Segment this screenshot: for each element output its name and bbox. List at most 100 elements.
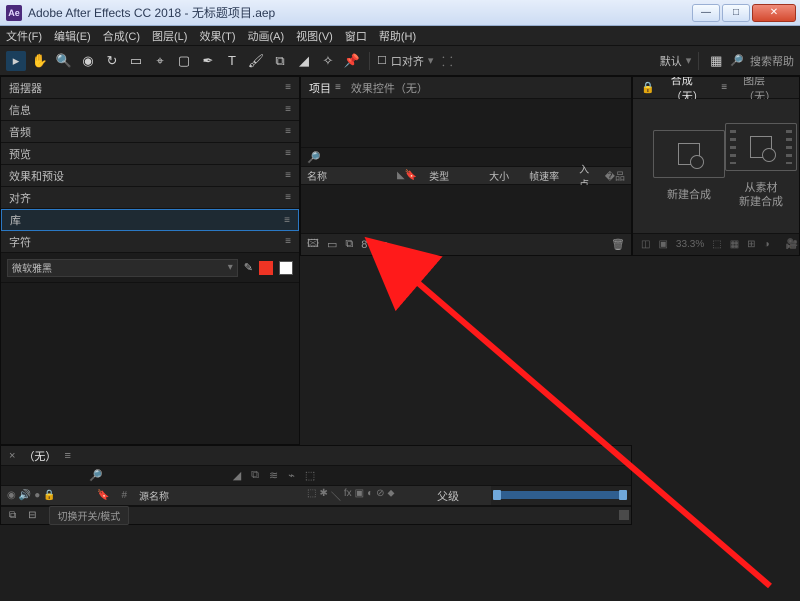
- zoom-out-icon[interactable]: ⊟: [28, 510, 36, 521]
- panel-character[interactable]: 字符≡: [1, 231, 299, 253]
- tab-project[interactable]: 项目 ≡: [309, 80, 341, 96]
- clone-tool-icon[interactable]: ⧉: [270, 51, 290, 71]
- timeline-tab[interactable]: （无）: [23, 448, 56, 464]
- rotate-tool-icon[interactable]: ↻: [102, 51, 122, 71]
- camera-icon[interactable]: 🎥: [786, 239, 798, 250]
- panel-info[interactable]: 信息≡: [1, 99, 299, 121]
- project-body[interactable]: [301, 99, 631, 147]
- mask-icon[interactable]: ◫: [641, 239, 650, 250]
- hand-tool-icon[interactable]: ✋: [30, 51, 50, 71]
- panel-menu-icon[interactable]: ≡: [721, 82, 727, 93]
- panel-libraries[interactable]: 库≡: [1, 209, 299, 231]
- lock-col-icon[interactable]: 🔒: [43, 490, 55, 501]
- video-col-icon[interactable]: ◉: [7, 490, 16, 501]
- new-comp-from-footage-button[interactable]: 从素材 新建合成: [725, 123, 797, 209]
- grid-icon[interactable]: ▦: [730, 239, 739, 250]
- work-area-bar[interactable]: [495, 491, 625, 499]
- camera-tool-icon[interactable]: ▭: [126, 51, 146, 71]
- eraser-tool-icon[interactable]: ◢: [294, 51, 314, 71]
- draft3d-icon[interactable]: ⬚: [305, 469, 315, 482]
- panel-menu-icon[interactable]: ≡: [335, 82, 341, 93]
- menu-edit[interactable]: 编辑(E): [54, 28, 91, 44]
- menu-animation[interactable]: 动画(A): [248, 28, 285, 44]
- project-list[interactable]: [301, 185, 631, 233]
- workspace-switcher[interactable]: 默认 ▾: [660, 53, 692, 69]
- menu-view[interactable]: 视图(V): [296, 28, 333, 44]
- flowchart-icon[interactable]: �品: [599, 168, 631, 183]
- motion-blur-icon[interactable]: ≋: [269, 469, 278, 482]
- panel-align[interactable]: 对齐≡: [1, 187, 299, 209]
- solo-col-icon[interactable]: ●: [34, 490, 40, 501]
- bpc-button[interactable]: 8 bpc: [361, 239, 388, 251]
- col-type[interactable]: 类型: [423, 168, 483, 183]
- toggle-switches-icon[interactable]: ⧉: [9, 510, 16, 521]
- tab-effect-controls[interactable]: 效果控件（无）: [351, 80, 428, 96]
- menu-composition[interactable]: 合成(C): [103, 28, 140, 44]
- new-composition-label: 新建合成: [667, 188, 711, 202]
- col-size[interactable]: 大小: [483, 168, 523, 183]
- shy-icon[interactable]: ◢: [233, 469, 241, 482]
- label-col-icon[interactable]: 🔖: [91, 490, 115, 501]
- resolution-icon[interactable]: ⬚: [712, 239, 721, 250]
- panel-audio[interactable]: 音频≡: [1, 121, 299, 143]
- menu-help[interactable]: 帮助(H): [379, 28, 416, 44]
- timeline-close-icon[interactable]: ×: [9, 450, 15, 462]
- channel-icon[interactable]: ◑: [764, 239, 770, 250]
- brush-tool-icon[interactable]: 🖌: [246, 51, 266, 71]
- col-source-name[interactable]: 源名称: [133, 488, 175, 503]
- menubar: 文件(F) 编辑(E) 合成(C) 图层(L) 效果(T) 动画(A) 视图(V…: [0, 26, 800, 46]
- panel-menu-icon[interactable]: ▦: [706, 51, 726, 71]
- orbit-tool-icon[interactable]: ◉: [78, 51, 98, 71]
- fill-color-swatch[interactable]: [259, 261, 273, 275]
- snap-toggle[interactable]: ☐ 口对齐 ▾: [377, 53, 433, 69]
- alpha-icon[interactable]: ▣: [658, 239, 667, 250]
- menu-file[interactable]: 文件(F): [6, 28, 42, 44]
- window-maximize-button[interactable]: □: [722, 4, 750, 22]
- col-name[interactable]: 名称: [301, 168, 391, 183]
- audio-col-icon[interactable]: 🔊: [19, 490, 31, 501]
- project-columns-header: 名称 ◣🔖 类型 大小 帧速率 入点 �品: [301, 167, 631, 185]
- toolbar-separator: [369, 52, 370, 70]
- panel-menu-icon[interactable]: ≡: [64, 450, 70, 462]
- chevron-down-icon: ▾: [428, 54, 434, 67]
- graph-editor-icon[interactable]: ⌁: [288, 469, 295, 482]
- panbehind-tool-icon[interactable]: ⌖: [150, 51, 170, 71]
- search-icon[interactable]: 🔎: [89, 469, 103, 482]
- menu-window[interactable]: 窗口: [345, 28, 367, 44]
- panel-effects-presets[interactable]: 效果和预设≡: [1, 165, 299, 187]
- col-parent[interactable]: 父级: [431, 488, 491, 504]
- time-ruler[interactable]: [491, 486, 631, 505]
- panel-preview[interactable]: 预览≡: [1, 143, 299, 165]
- toggle-switches-modes-button[interactable]: 切换开关/模式: [49, 506, 130, 525]
- pen-tool-icon[interactable]: ✒: [198, 51, 218, 71]
- right-panel-column: 摇摆器≡ 信息≡ 音频≡ 预览≡ 效果和预设≡ 对齐≡ 库≡ 字符≡ 微软雅黑 …: [0, 76, 300, 445]
- trash-icon[interactable]: 🗑: [611, 238, 625, 251]
- eyedropper-icon[interactable]: ✎: [244, 261, 253, 274]
- font-family-select[interactable]: 微软雅黑 ▾: [7, 259, 238, 277]
- new-composition-button[interactable]: 新建合成: [653, 130, 725, 202]
- roto-tool-icon[interactable]: ✧: [318, 51, 338, 71]
- menu-layer[interactable]: 图层(L): [152, 28, 187, 44]
- snap-options-icon[interactable]: ⸬: [437, 51, 457, 71]
- menu-effect[interactable]: 效果(T): [199, 28, 235, 44]
- toolbar: ▸ ✋ 🔍 ◉ ↻ ▭ ⌖ ▢ ✒ T 🖌 ⧉ ◢ ✧ 📌 ☐ 口对齐 ▾ ⸬ …: [0, 46, 800, 76]
- shape-tool-icon[interactable]: ▢: [174, 51, 194, 71]
- search-help[interactable]: 🔎 搜索帮助: [730, 53, 794, 69]
- selection-tool-icon[interactable]: ▸: [6, 51, 26, 71]
- puppet-tool-icon[interactable]: 📌: [342, 51, 362, 71]
- interpret-icon[interactable]: 🖾: [307, 235, 319, 254]
- new-folder-icon[interactable]: ▭: [327, 238, 337, 251]
- zoom-level[interactable]: 33.3%: [676, 239, 704, 250]
- frame-blend-icon[interactable]: ⧉: [251, 469, 259, 482]
- new-comp-icon[interactable]: ⧉: [345, 238, 353, 251]
- stroke-color-swatch[interactable]: [279, 261, 293, 275]
- lock-icon[interactable]: 🔒: [641, 81, 655, 94]
- snap-label: 口对齐: [391, 53, 424, 69]
- col-fps[interactable]: 帧速率: [523, 168, 573, 183]
- window-close-button[interactable]: ✕: [752, 4, 796, 22]
- type-tool-icon[interactable]: T: [222, 51, 242, 71]
- zoom-tool-icon[interactable]: 🔍: [54, 51, 74, 71]
- panel-wiggler[interactable]: 摇摆器≡: [1, 77, 299, 99]
- guides-icon[interactable]: ⊞: [747, 239, 755, 250]
- window-minimize-button[interactable]: —: [692, 4, 720, 22]
